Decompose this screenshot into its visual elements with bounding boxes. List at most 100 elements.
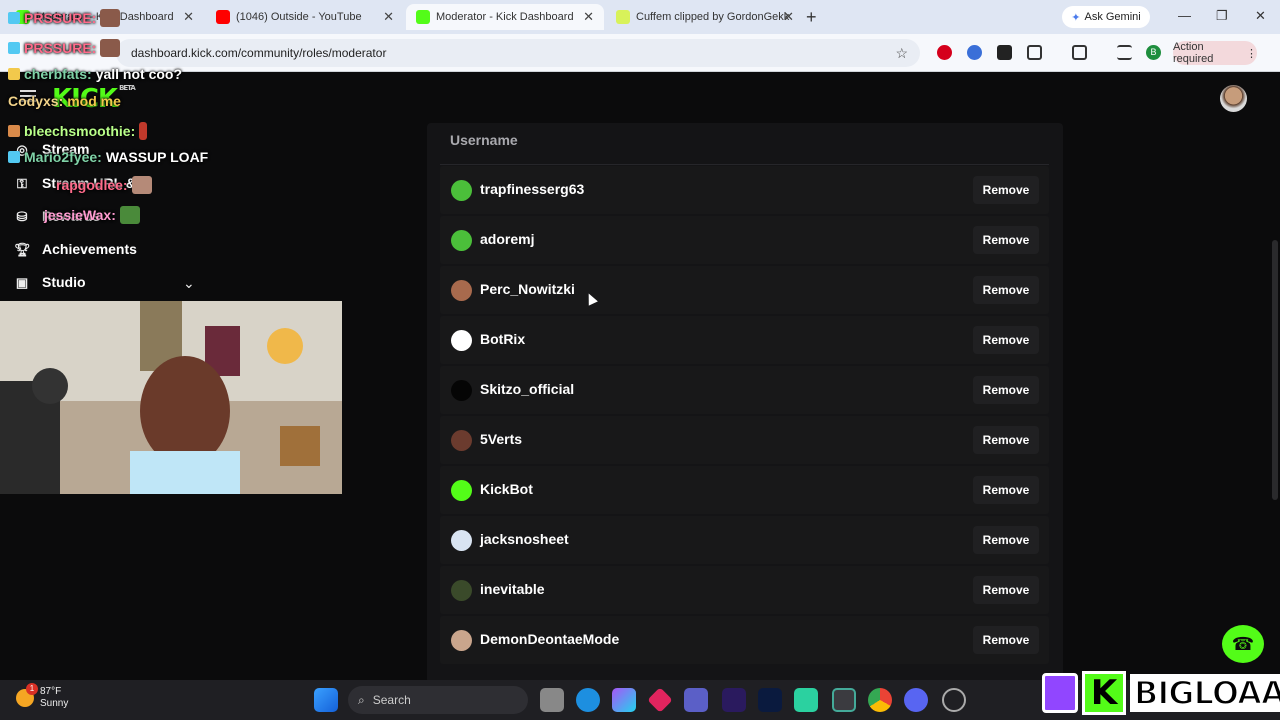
ask-gemini-button[interactable]: ✦ Ask Gemini xyxy=(1062,6,1150,28)
moderator-avatar xyxy=(451,480,472,501)
remove-button[interactable]: Remove xyxy=(973,226,1039,254)
close-window-icon[interactable]: ✕ xyxy=(1255,8,1266,24)
chat-username: jessieWax: xyxy=(44,207,116,223)
chevron-down-icon[interactable]: ⌄ xyxy=(183,275,195,292)
remove-button[interactable]: Remove xyxy=(973,526,1039,554)
header-divider xyxy=(440,164,1049,165)
edge-icon[interactable] xyxy=(576,688,600,712)
url-text: dashboard.kick.com/community/roles/moder… xyxy=(131,46,387,60)
tab-title: Cuffem clipped by GordonGekk xyxy=(636,11,790,23)
chat-message: jessieWax: xyxy=(44,206,140,224)
teams-icon[interactable] xyxy=(684,688,708,712)
close-icon[interactable]: ✕ xyxy=(183,9,194,25)
extension-icon[interactable] xyxy=(967,45,982,60)
weather-widget[interactable]: 1 87°F Sunny xyxy=(16,683,69,710)
discord-icon[interactable] xyxy=(904,688,928,712)
tab-youtube[interactable]: (1046) Outside - YouTube ✕ xyxy=(206,4,404,30)
chat-username: Mario2fyee: xyxy=(24,149,102,165)
task-view-icon[interactable] xyxy=(540,688,564,712)
media-control-icon[interactable] xyxy=(1117,45,1132,60)
minimize-icon[interactable]: — xyxy=(1178,8,1191,23)
photoshop-icon[interactable] xyxy=(758,688,782,712)
remove-button[interactable]: Remove xyxy=(973,376,1039,404)
taskbar-search[interactable]: ⌕ Search xyxy=(348,686,528,714)
chat-text: WASSUP LOAF xyxy=(105,149,209,165)
new-tab-button[interactable]: + xyxy=(806,7,817,28)
sidebar-item-achievements[interactable]: 🏆︎ Achievements xyxy=(14,241,137,257)
chrome-icon[interactable] xyxy=(868,688,892,712)
chat-message: rapgodlee: xyxy=(56,176,152,194)
remove-button[interactable]: Remove xyxy=(973,326,1039,354)
moderator-avatar xyxy=(451,430,472,451)
studio-icon: ▣ xyxy=(15,275,29,290)
sidebar-item-label: Achievements xyxy=(42,241,137,257)
streamer-name: BIGLOAAF xyxy=(1130,673,1280,713)
moderator-avatar xyxy=(451,330,472,351)
sun-icon: 1 xyxy=(16,683,38,707)
more-menu-icon: ⋮ xyxy=(1246,47,1257,60)
moderator-username[interactable]: adoremj xyxy=(480,231,534,247)
sidebar-item-studio[interactable]: ▣ Studio xyxy=(14,274,86,290)
rewards-icon: ⛁ xyxy=(16,209,28,224)
app-icon[interactable] xyxy=(942,688,966,712)
moderator-username[interactable]: DemonDeontaeMode xyxy=(480,631,619,647)
chrome-active-icon[interactable] xyxy=(832,688,856,712)
moderator-avatar xyxy=(451,180,472,201)
chat-message: PRSSURE: xyxy=(8,39,121,57)
remove-button[interactable]: Remove xyxy=(973,426,1039,454)
moderator-username[interactable]: KickBot xyxy=(480,481,533,497)
remove-button[interactable]: Remove xyxy=(973,476,1039,504)
remove-button[interactable]: Remove xyxy=(973,176,1039,204)
chat-text: mod me xyxy=(67,93,121,109)
tab-title: Moderator - Kick Dashboard xyxy=(436,11,574,23)
action-required-label: Action required xyxy=(1173,41,1214,65)
extension-icon[interactable] xyxy=(997,45,1012,60)
close-icon[interactable]: ✕ xyxy=(383,9,394,25)
weather-desc: Sunny xyxy=(40,698,69,709)
moderator-row: KickBot Remove xyxy=(440,466,1049,514)
chat-message: PRSSURE: xyxy=(8,9,121,27)
premiere-icon[interactable] xyxy=(722,688,746,712)
tab-kick-dashboard-active[interactable]: Moderator - Kick Dashboard ✕ xyxy=(406,4,604,30)
chat-username: rapgodlee: xyxy=(56,177,128,193)
remove-button[interactable]: Remove xyxy=(973,576,1039,604)
moderator-row: 5Verts Remove xyxy=(440,416,1049,464)
moderator-username[interactable]: trapfinesserg63 xyxy=(480,181,584,197)
trophy-icon: 🏆︎ xyxy=(14,242,31,257)
moderator-username[interactable]: inevitable xyxy=(480,581,545,597)
bookmark-star-icon[interactable]: ☆ xyxy=(895,45,908,62)
kick-logo-icon: K xyxy=(1082,671,1126,715)
notification-badge: 1 xyxy=(26,683,38,695)
moderator-avatar xyxy=(451,580,472,601)
support-chat-button[interactable]: ☎ xyxy=(1222,625,1264,663)
moderator-username[interactable]: Perc_Nowitzki xyxy=(480,281,575,297)
remove-button[interactable]: Remove xyxy=(973,276,1039,304)
close-icon[interactable]: ✕ xyxy=(583,9,594,25)
remove-button[interactable]: Remove xyxy=(973,626,1039,654)
chat-username: PRSSURE: xyxy=(24,10,97,26)
tab-title: (1046) Outside - YouTube xyxy=(236,11,362,23)
moderator-username[interactable]: jacksnosheet xyxy=(480,531,569,547)
action-required-button[interactable]: Action required ⋮ xyxy=(1173,41,1257,65)
extensions-puzzle-icon[interactable] xyxy=(1027,45,1042,60)
moderator-avatar xyxy=(451,530,472,551)
opera-extension-icon[interactable] xyxy=(937,45,952,60)
restore-icon[interactable]: ❐ xyxy=(1216,8,1228,24)
app-icon[interactable] xyxy=(647,687,673,713)
moderator-username[interactable]: Skitzo_official xyxy=(480,381,574,397)
moderator-username[interactable]: BotRix xyxy=(480,331,525,347)
profile-avatar[interactable]: B xyxy=(1146,45,1161,60)
url-field[interactable]: dashboard.kick.com/community/roles/moder… xyxy=(116,39,920,67)
twitch-logo-icon xyxy=(1042,673,1078,713)
user-avatar[interactable] xyxy=(1220,85,1247,112)
chat-username: cherbfats: xyxy=(24,66,92,82)
emote-icon xyxy=(131,176,152,194)
tab-clip[interactable]: Cuffem clipped by GordonGekk ✕ xyxy=(606,4,804,30)
page-scrollbar[interactable] xyxy=(1272,240,1278,500)
tab-search-icon[interactable] xyxy=(1072,45,1087,60)
windows-start-icon[interactable] xyxy=(314,688,338,712)
close-icon[interactable]: ✕ xyxy=(783,9,794,25)
copilot-icon[interactable] xyxy=(612,688,636,712)
moderator-username[interactable]: 5Verts xyxy=(480,431,522,447)
app-icon[interactable] xyxy=(794,688,818,712)
